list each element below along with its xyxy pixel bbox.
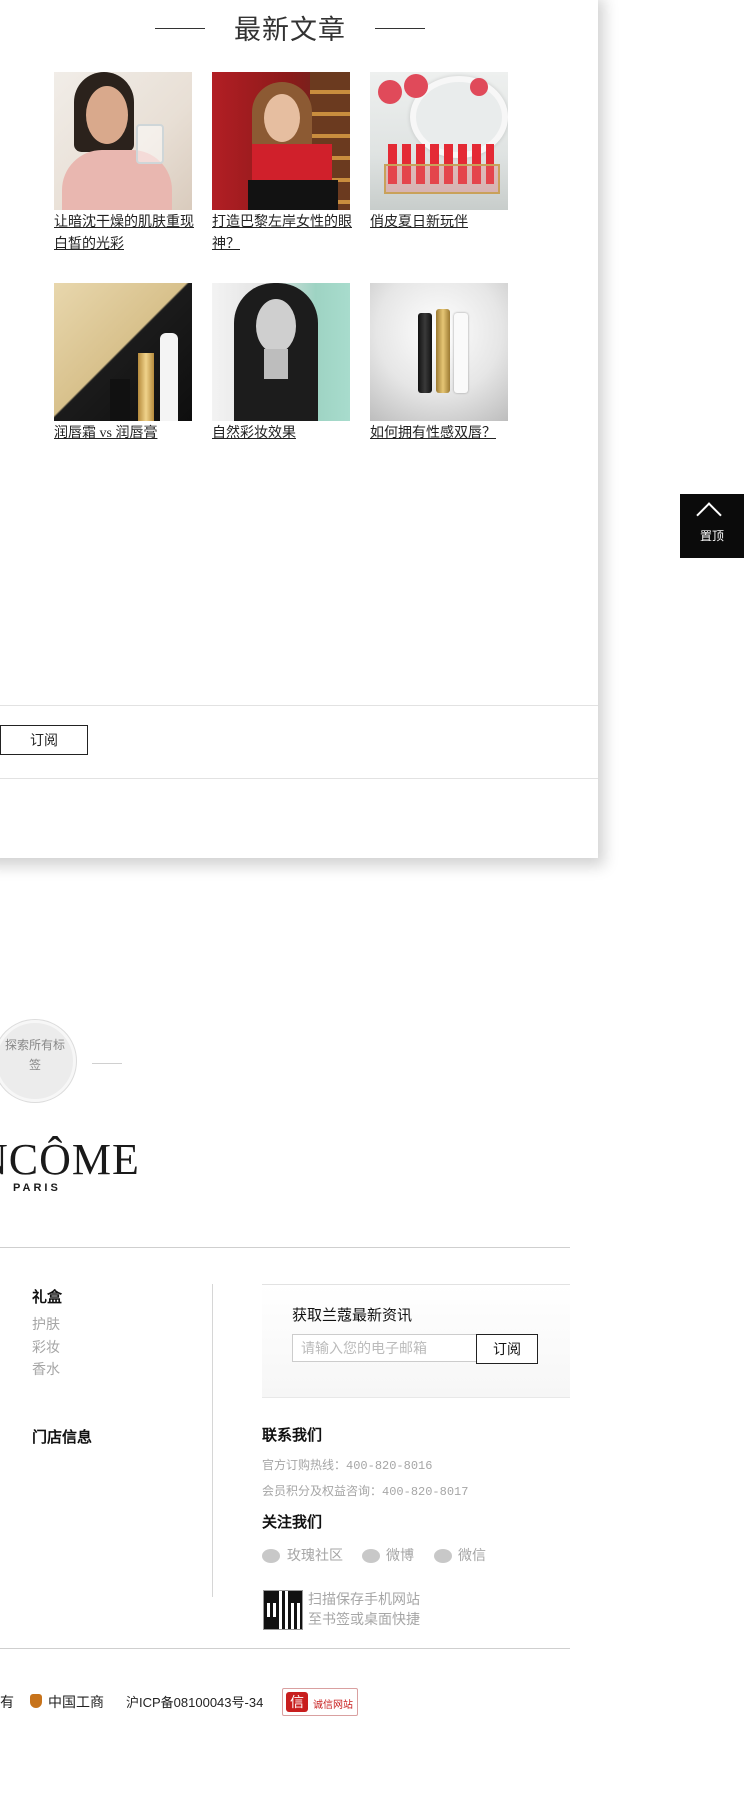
- hotline-label: 官方订购热线：: [262, 1458, 347, 1472]
- section-title: 最新文章: [150, 8, 430, 48]
- back-to-top-label: 置顶: [699, 529, 724, 543]
- social-wechat[interactable]: 微信: [458, 1545, 486, 1565]
- hotline: 官方订购热线：400-820-8016: [262, 1456, 432, 1473]
- footer-link-skincare[interactable]: 护肤: [32, 1314, 60, 1334]
- member-line: 会员积分及权益咨询：400-820-8017: [262, 1482, 468, 1499]
- article-title-link[interactable]: 打造巴黎左岸女性的眼神？: [212, 212, 352, 256]
- brand-logo-sub: PARIS: [13, 1182, 61, 1194]
- brand-logo[interactable]: NCÔME: [0, 1136, 140, 1184]
- article-card[interactable]: 让暗沈干燥的肌肤重现白皙的光彩: [54, 72, 194, 256]
- weibo-icon: [362, 1549, 380, 1563]
- rose-icon: [262, 1549, 280, 1563]
- divider: [0, 705, 598, 706]
- article-card[interactable]: 俏皮夏日新玩伴: [370, 72, 510, 234]
- icp-record[interactable]: 沪ICP备08100043号-34: [126, 1692, 263, 1711]
- article-card[interactable]: 打造巴黎左岸女性的眼神？: [212, 72, 352, 256]
- footer-link-fragrance[interactable]: 香水: [32, 1359, 60, 1379]
- article-title-link[interactable]: 让暗沈干燥的肌肤重现白皙的光彩: [54, 212, 194, 256]
- article-card[interactable]: 自然彩妆效果: [212, 283, 352, 445]
- article-thumbnail[interactable]: [54, 72, 192, 210]
- member-number: 400-820-8017: [382, 1485, 469, 1499]
- member-label: 会员积分及权益咨询：: [262, 1484, 383, 1498]
- article-thumbnail[interactable]: [212, 283, 350, 421]
- article-thumbnail[interactable]: [370, 72, 508, 210]
- copyright-fragment: 有: [0, 1694, 14, 1710]
- newsletter-subscribe-button[interactable]: 订阅: [476, 1334, 538, 1364]
- explore-all-tags-button[interactable]: 探索所有标签: [0, 1020, 76, 1102]
- chevron-up-icon: [696, 502, 722, 528]
- explore-rule: [92, 1063, 122, 1064]
- article-title-link[interactable]: 润唇霜 vs 润唇膏: [54, 423, 194, 445]
- credit-site-badge[interactable]: 信 诚信网站: [282, 1688, 358, 1716]
- subscribe-button[interactable]: 订阅: [0, 725, 88, 755]
- newsletter-box: 获取兰蔻最新资讯 请输入您的电子邮箱 订阅: [262, 1284, 570, 1398]
- article-title-link[interactable]: 如何拥有性感双唇？: [370, 423, 510, 445]
- divider: [0, 778, 598, 779]
- article-thumbnail[interactable]: [370, 283, 508, 421]
- hotline-number: 400-820-8016: [346, 1459, 433, 1473]
- article-title-link[interactable]: 自然彩妆效果: [212, 423, 352, 445]
- email-input[interactable]: 请输入您的电子邮箱: [292, 1334, 480, 1362]
- title-rule-right: [375, 28, 425, 29]
- qr-code-icon: [263, 1590, 303, 1630]
- qr-text-line1: 扫描保存手机网站: [308, 1591, 420, 1607]
- footer-vertical-separator: [212, 1284, 213, 1597]
- section-title-text: 最新文章: [234, 15, 346, 45]
- footer-divider: [0, 1247, 570, 1248]
- article-thumbnail[interactable]: [212, 72, 350, 210]
- qr-text-line2: 至书签或桌面快捷: [308, 1611, 420, 1627]
- footer-store-heading[interactable]: 门店信息: [32, 1426, 92, 1447]
- article-card[interactable]: 润唇霜 vs 润唇膏: [54, 283, 194, 445]
- article-card[interactable]: 如何拥有性感双唇？: [370, 283, 510, 445]
- social-rose-community[interactable]: 玫瑰社区: [287, 1545, 343, 1565]
- article-title-link[interactable]: 俏皮夏日新玩伴: [370, 212, 510, 234]
- article-thumbnail[interactable]: [54, 283, 192, 421]
- gongshang-link[interactable]: 中国工商: [48, 1692, 104, 1712]
- follow-heading: 关注我们: [262, 1515, 323, 1531]
- footer-bottom-divider: [0, 1648, 570, 1649]
- credit-text: 诚信网站: [313, 1700, 353, 1711]
- gongshang-badge-icon: [30, 1694, 42, 1708]
- title-rule-left: [155, 28, 205, 29]
- back-to-top-button[interactable]: 置顶: [680, 494, 744, 558]
- contact-heading: 联系我们: [262, 1428, 323, 1444]
- credit-icon: 信: [286, 1692, 308, 1712]
- newsletter-title: 获取兰蔻最新资讯: [292, 1307, 413, 1324]
- footer-giftbox-heading[interactable]: 礼盒: [32, 1286, 62, 1307]
- social-weibo[interactable]: 微博: [386, 1545, 414, 1565]
- wechat-icon: [434, 1549, 452, 1563]
- footer-link-makeup[interactable]: 彩妆: [32, 1337, 60, 1357]
